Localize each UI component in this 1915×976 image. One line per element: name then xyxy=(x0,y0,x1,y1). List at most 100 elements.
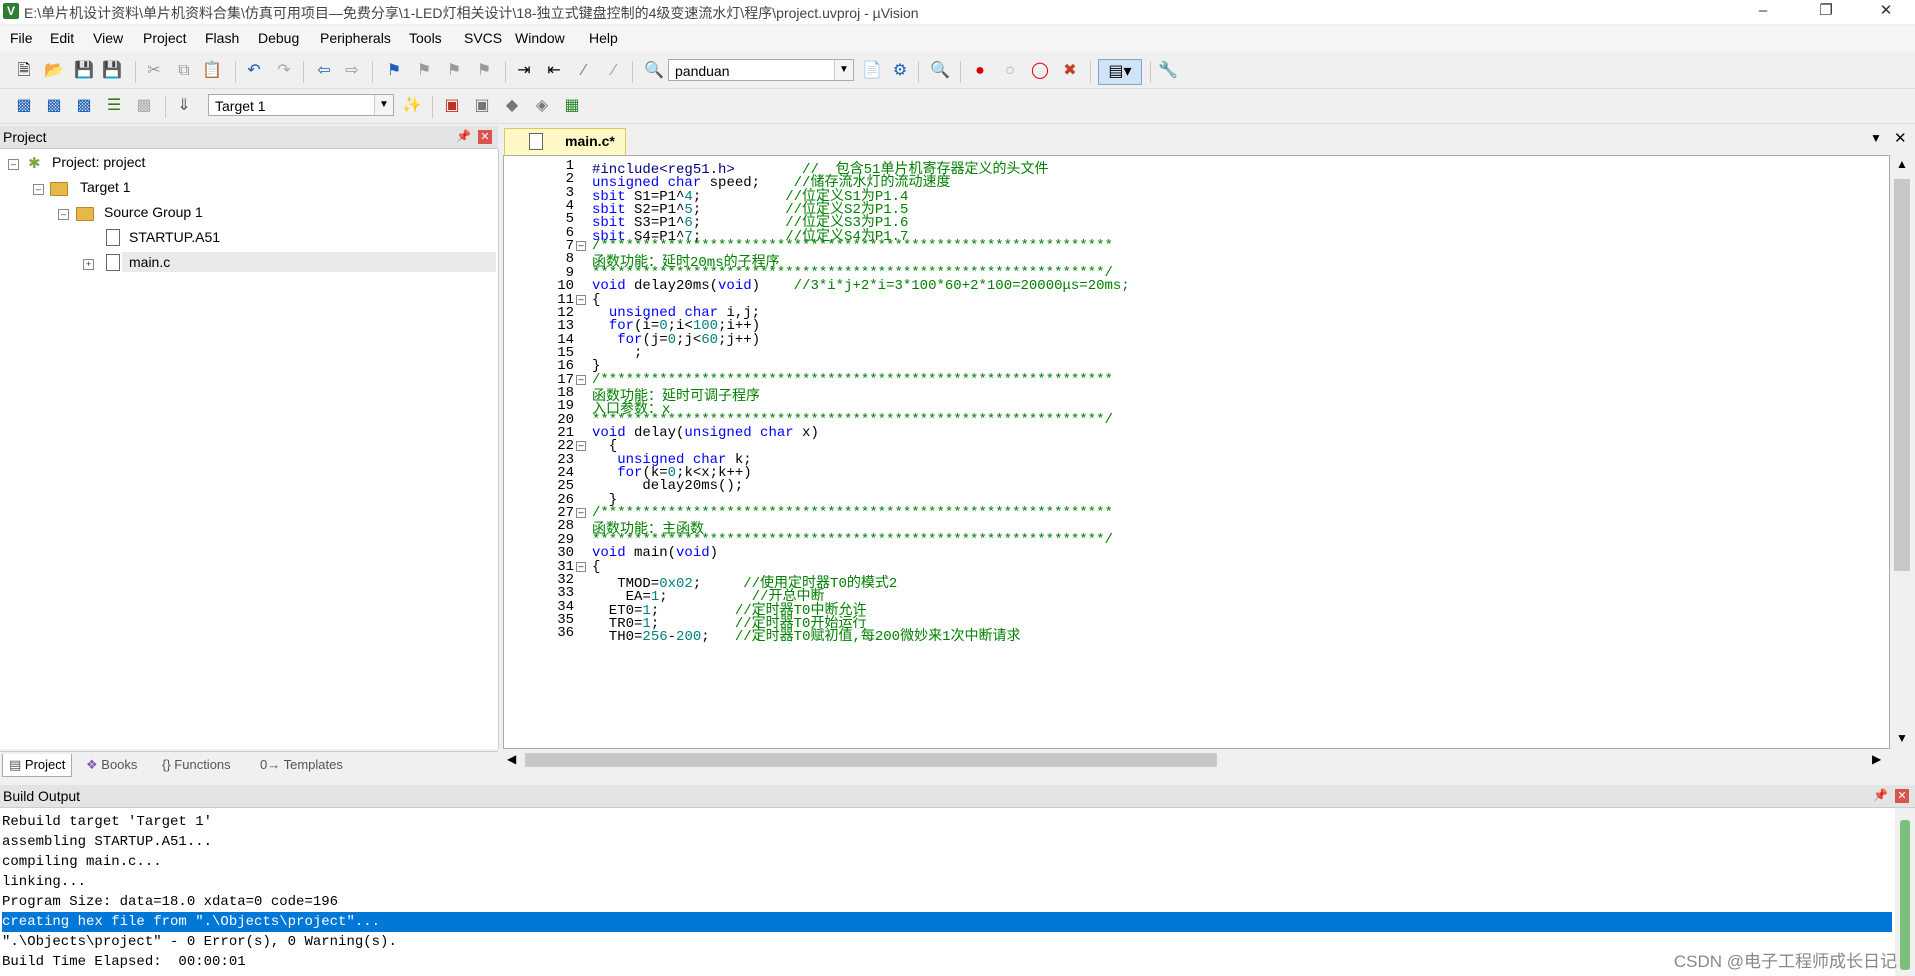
pin-icon[interactable]: 📌 xyxy=(1873,788,1888,802)
build-scrollbar[interactable] xyxy=(1895,808,1915,976)
stop-build-icon[interactable]: ▩ xyxy=(132,94,156,118)
close-window-button[interactable]: ✕ xyxy=(1863,0,1909,24)
navigate-forward-icon[interactable]: ⇨ xyxy=(340,59,364,83)
menu-tools[interactable]: Tools xyxy=(409,30,442,46)
find-icon[interactable]: 📄 xyxy=(860,59,884,83)
build-output-line[interactable]: ".\Objects\project" - 0 Error(s), 0 Warn… xyxy=(2,932,1892,952)
cut-icon[interactable]: ✂ xyxy=(142,59,166,83)
tree-item-project[interactable]: Project: project xyxy=(52,154,145,170)
save-all-icon[interactable]: 💾 xyxy=(100,59,124,83)
editor-tab-main[interactable]: main.c* xyxy=(504,128,626,155)
find-in-files-icon[interactable]: 🔍 xyxy=(642,59,666,83)
bookmark-icon[interactable]: ⚑ xyxy=(382,59,406,83)
minimize-button[interactable]: – xyxy=(1740,0,1786,24)
scroll-down-icon[interactable]: ▼ xyxy=(1896,731,1908,745)
download-icon[interactable]: ⇓ xyxy=(172,94,196,118)
vertical-scrollbar[interactable]: ▲ ▼ xyxy=(1891,155,1913,749)
fold-icon[interactable]: – xyxy=(576,441,586,452)
menu-debug[interactable]: Debug xyxy=(258,30,299,46)
find-combo[interactable]: panduan ▼ xyxy=(668,59,854,81)
code-editor[interactable]: 1 #include<reg51.h> // 包含51单片机寄存器定义的头文件 2 u… xyxy=(503,155,1890,749)
clear-breakpoints-icon[interactable]: ✖ xyxy=(1058,59,1082,83)
wrench-icon[interactable]: 🔧 xyxy=(1156,59,1180,83)
collapse-icon[interactable]: – xyxy=(33,184,44,195)
navigate-back-icon[interactable]: ⇦ xyxy=(312,59,336,83)
redo-icon[interactable]: ↷ xyxy=(272,59,296,83)
tree-item-target[interactable]: Target 1 xyxy=(80,179,131,195)
copy-icon[interactable]: ⧉ xyxy=(172,59,196,83)
menu-edit[interactable]: Edit xyxy=(50,30,74,46)
build-output-body[interactable]: Rebuild target 'Target 1' assembling STAR… xyxy=(0,808,1895,976)
build-icon[interactable]: ▩ xyxy=(42,94,66,118)
fold-icon[interactable]: – xyxy=(576,508,586,519)
scroll-left-icon[interactable]: ◀ xyxy=(507,752,516,766)
collapse-icon[interactable]: – xyxy=(8,159,19,170)
indent-icon[interactable]: ⇥ xyxy=(512,59,536,83)
build-output-line[interactable]: Rebuild target 'Target 1' xyxy=(2,812,1892,832)
paste-icon[interactable]: 📋 xyxy=(200,59,224,83)
scrollbar-thumb[interactable] xyxy=(1894,179,1910,571)
restore-button[interactable]: ❐ xyxy=(1803,0,1849,24)
breakpoint-icon[interactable]: ● xyxy=(968,59,992,83)
pack-installer-icon[interactable]: ▦ xyxy=(560,94,584,118)
chevron-down-icon[interactable]: ▼ xyxy=(834,60,853,80)
build-output-line[interactable]: linking... xyxy=(2,872,1892,892)
select-packs-icon[interactable]: ▣ xyxy=(470,94,494,118)
build-output-line[interactable]: assembling STARTUP.A51... xyxy=(2,832,1892,852)
new-file-icon[interactable]: 🗎 xyxy=(12,59,36,83)
close-icon[interactable]: ✕ xyxy=(478,130,492,144)
chevron-down-icon[interactable]: ▼ xyxy=(374,95,393,115)
next-bookmark-icon[interactable]: ⚑ xyxy=(442,59,466,83)
unindent-icon[interactable]: ⇤ xyxy=(542,59,566,83)
save-icon[interactable]: 💾 xyxy=(72,59,96,83)
batch-build-icon[interactable]: ☰ xyxy=(102,94,126,118)
tab-books[interactable]: ❖ Books xyxy=(80,754,143,776)
chevron-down-icon[interactable]: ▼ xyxy=(1870,131,1882,145)
diamond-icon[interactable]: ◈ xyxy=(530,94,554,118)
rebuild-icon[interactable]: ▩ xyxy=(72,94,96,118)
fold-icon[interactable]: – xyxy=(576,374,586,385)
menu-view[interactable]: View xyxy=(93,30,123,46)
build-output-line[interactable]: Build Time Elapsed: 00:00:01 xyxy=(2,952,1892,972)
menu-window[interactable]: Window xyxy=(515,30,565,46)
close-icon[interactable]: ✕ xyxy=(1895,789,1909,803)
options-for-target-icon[interactable]: ✨ xyxy=(400,94,424,118)
scrollbar-thumb[interactable] xyxy=(1900,820,1910,970)
expand-icon[interactable]: + xyxy=(83,259,94,270)
scroll-up-icon[interactable]: ▲ xyxy=(1896,157,1908,171)
configure-icon[interactable]: ⚙ xyxy=(888,59,912,83)
build-output-line[interactable]: Program Size: data=18.0 xdata=0 code=196 xyxy=(2,892,1892,912)
prev-bookmark-icon[interactable]: ⚑ xyxy=(412,59,436,83)
disable-breakpoint-icon[interactable]: ○ xyxy=(998,59,1022,83)
fold-icon[interactable]: – xyxy=(576,241,586,252)
scroll-right-icon[interactable]: ▶ xyxy=(1872,752,1881,766)
fold-icon[interactable]: – xyxy=(576,294,586,305)
comment-icon[interactable]: ⁄ xyxy=(572,59,596,83)
horizontal-scrollbar[interactable]: ◀ ▶ xyxy=(503,749,1890,771)
undo-icon[interactable]: ↶ xyxy=(242,59,266,83)
manage-rte-icon[interactable]: ◆ xyxy=(500,94,524,118)
translate-icon[interactable]: ▩ xyxy=(12,94,36,118)
open-folder-icon[interactable]: 📂 xyxy=(42,59,66,83)
collapse-icon[interactable]: – xyxy=(58,209,69,220)
menu-svcs[interactable]: SVCS xyxy=(464,30,502,46)
target-combo[interactable]: Target 1 ▼ xyxy=(208,94,394,116)
menu-file[interactable]: File xyxy=(10,30,33,46)
debug-session-icon[interactable]: 🔍 xyxy=(928,59,952,83)
tree-item-main-c[interactable]: main.c xyxy=(129,254,170,270)
tab-functions[interactable]: {} Functions xyxy=(156,754,237,776)
tree-item-source-group[interactable]: Source Group 1 xyxy=(104,204,203,220)
tree-item-startup[interactable]: STARTUP.A51 xyxy=(129,229,220,245)
scrollbar-thumb[interactable] xyxy=(525,753,1217,767)
pin-icon[interactable]: 📌 xyxy=(456,129,471,143)
fold-icon[interactable]: – xyxy=(576,561,586,572)
menu-flash[interactable]: Flash xyxy=(205,30,239,46)
uncomment-icon[interactable]: ⁄ xyxy=(602,59,626,83)
build-output-line[interactable]: creating hex file from ".\Objects\projec… xyxy=(2,912,1892,932)
kill-breakpoints-icon[interactable]: ◯ xyxy=(1028,59,1052,83)
window-layout-icon[interactable]: ▤▾ xyxy=(1098,59,1142,85)
menu-help[interactable]: Help xyxy=(589,30,618,46)
clear-bookmarks-icon[interactable]: ⚑ xyxy=(472,59,496,83)
tab-templates[interactable]: 0→ Templates xyxy=(254,754,349,776)
manage-project-items-icon[interactable]: ▣ xyxy=(440,94,464,118)
